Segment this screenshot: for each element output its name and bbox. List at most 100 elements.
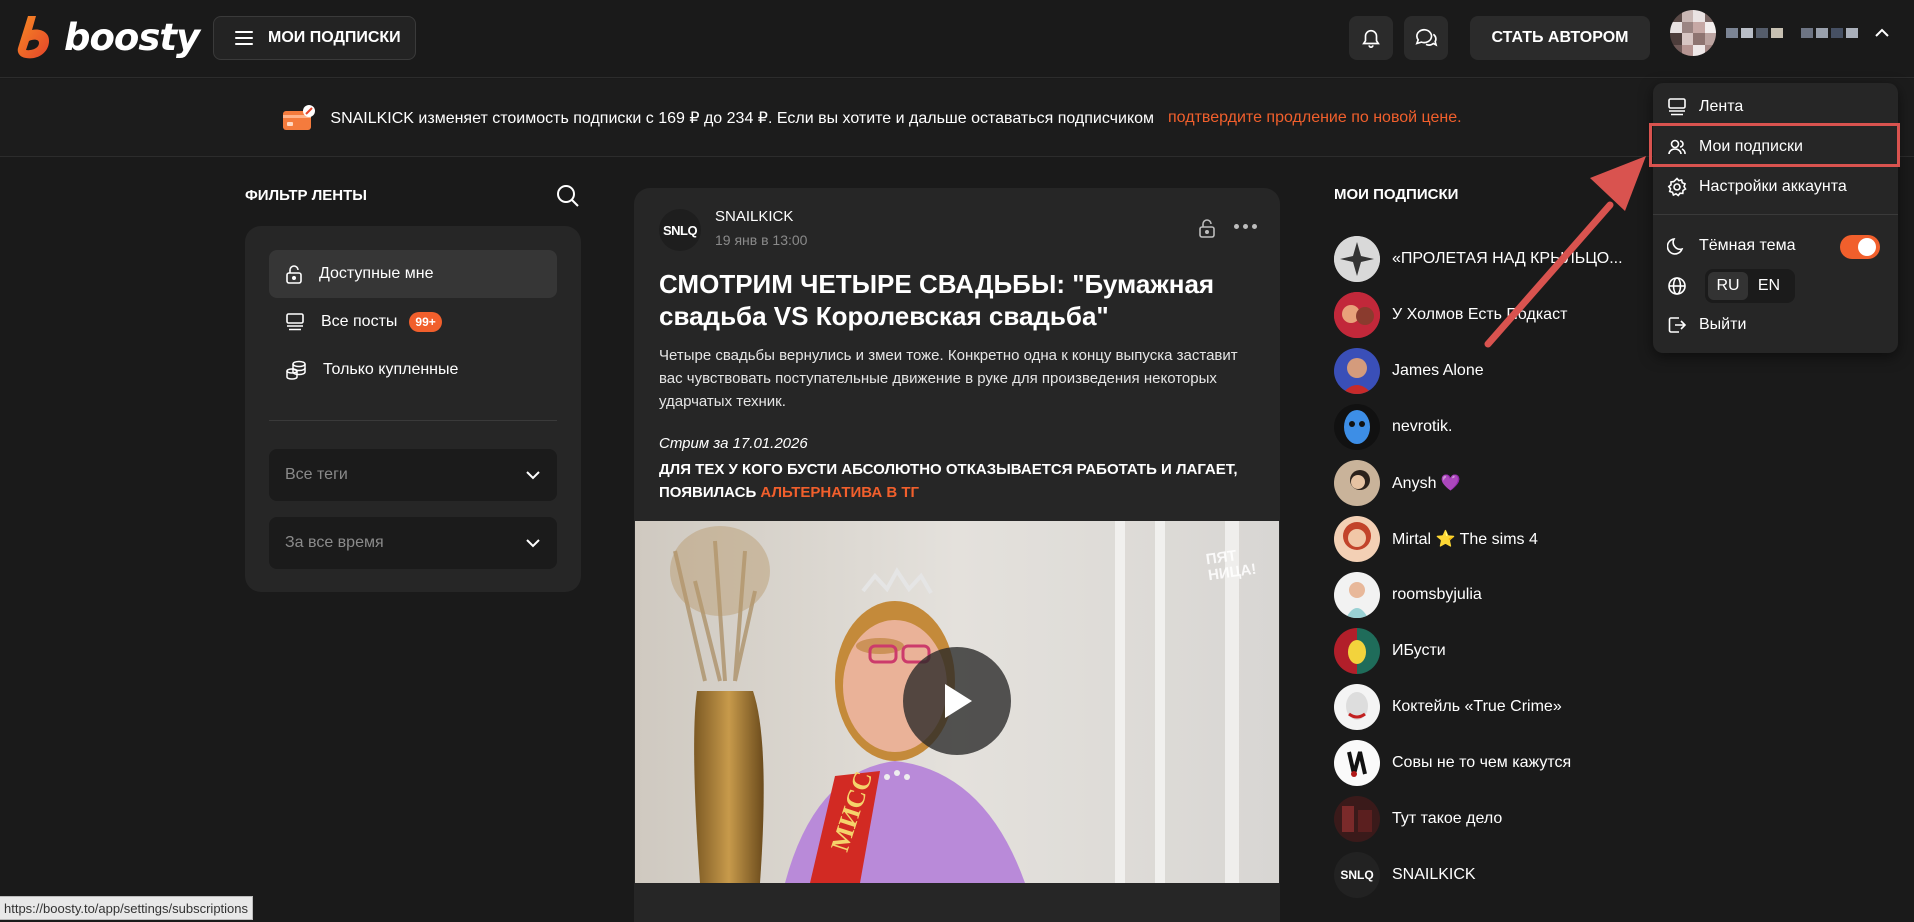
subscription-name: Совы не то чем кажутся xyxy=(1392,754,1572,771)
top-header: boosty МОИ ПОДПИСКИ СТАТЬ АВТОРОМ xyxy=(0,0,1914,78)
lang-ru-button[interactable]: RU xyxy=(1708,272,1748,300)
subscription-avatar xyxy=(1334,572,1380,618)
lang-en-button[interactable]: EN xyxy=(1748,272,1790,300)
period-select[interactable]: За все время xyxy=(269,517,557,569)
subscription-item[interactable]: Mirtal ⭐ The sims 4 xyxy=(1334,516,1538,562)
filter-item-label: Все посты xyxy=(321,313,398,330)
notifications-button[interactable] xyxy=(1349,16,1393,60)
subscription-item[interactable]: SNLQ SNAILKICK xyxy=(1334,852,1476,898)
subscription-name: Коктейль «True Crime» xyxy=(1392,698,1562,715)
menu-item-label: Лента xyxy=(1699,98,1744,115)
subscription-avatar xyxy=(1334,628,1380,674)
logo-text: boosty xyxy=(64,15,200,59)
menu-item-dark-theme[interactable]: Тёмная тема xyxy=(1667,236,1795,256)
posts-icon xyxy=(286,313,304,331)
menu-item-logout[interactable]: Выйти xyxy=(1667,315,1746,335)
menu-item-account-settings[interactable]: Настройки аккаунта xyxy=(1667,177,1847,197)
boosty-logo[interactable]: boosty xyxy=(16,14,200,60)
language-row xyxy=(1667,276,1687,296)
post-author-avatar[interactable]: SNLQ xyxy=(659,209,701,251)
chevron-down-icon xyxy=(526,471,540,480)
subscription-item[interactable]: Совы не то чем кажутся xyxy=(1334,740,1571,786)
gear-icon xyxy=(1667,177,1687,197)
filter-divider xyxy=(269,420,557,421)
moon-icon xyxy=(1667,238,1684,255)
become-author-button[interactable]: СТАТЬ АВТОРОМ xyxy=(1470,16,1650,60)
subscription-avatar xyxy=(1334,796,1380,842)
user-avatar xyxy=(1670,10,1716,56)
subscription-item[interactable]: Anysh 💜 xyxy=(1334,460,1461,506)
subscription-item[interactable]: nevrotik. xyxy=(1334,404,1452,450)
dark-theme-toggle[interactable] xyxy=(1840,235,1880,259)
language-switcher: RU EN xyxy=(1705,269,1795,303)
globe-icon xyxy=(1668,277,1686,295)
card-warning-icon xyxy=(283,104,316,130)
subscription-item[interactable]: James Alone xyxy=(1334,348,1484,394)
chat-icon xyxy=(1415,28,1438,47)
posts-count-badge: 99+ xyxy=(409,312,442,332)
subscription-avatar xyxy=(1334,684,1380,730)
menu-item-label: Настройки аккаунта xyxy=(1699,178,1847,195)
more-options-icon[interactable] xyxy=(1234,224,1257,229)
subscription-item[interactable]: У Холмов Есть Подкаст xyxy=(1334,292,1567,338)
price-change-banner: SNAILKICK изменяет стоимость подписки с … xyxy=(0,79,1914,157)
messages-button[interactable] xyxy=(1404,16,1448,60)
filter-item-all-posts[interactable]: Все посты 99+ xyxy=(269,298,557,346)
subscription-avatar: SNLQ xyxy=(1334,852,1380,898)
post-bold-text-main: ДЛЯ ТЕХ У КОГО БУСТИ АБСОЛЮТНО ОТКАЗЫВАЕ… xyxy=(659,461,1238,501)
subscription-item[interactable]: Тут такое дело xyxy=(1334,796,1502,842)
my-subscriptions-title: МОИ ПОДПИСКИ xyxy=(1334,186,1459,203)
subscription-item[interactable]: «ПРОЛЕТАЯ НАД КРЫЛЬЦО... xyxy=(1334,236,1623,282)
coins-icon xyxy=(286,360,306,380)
lock-open-icon xyxy=(286,265,302,284)
boosty-logo-icon xyxy=(17,16,50,59)
filter-item-purchased[interactable]: Только купленные xyxy=(269,346,557,394)
my-subscriptions-label: МОИ ПОДПИСКИ xyxy=(268,29,401,46)
subscription-name: ИБусти xyxy=(1392,642,1446,659)
chevron-up-icon xyxy=(1875,28,1889,37)
subscription-item[interactable]: ИБусти xyxy=(1334,628,1446,674)
feed-icon xyxy=(1668,98,1686,116)
subscription-avatar xyxy=(1334,236,1380,282)
logout-label: Выйти xyxy=(1699,316,1747,333)
subscription-name: «ПРОЛЕТАЯ НАД КРЫЛЬЦО... xyxy=(1392,250,1623,267)
subscription-name: Anysh 💜 xyxy=(1392,475,1461,492)
subscription-name: Тут такое дело xyxy=(1392,810,1503,827)
banner-confirm-link[interactable]: подтвердите продление по новой цене. xyxy=(1168,109,1462,127)
telegram-alternative-link[interactable]: АЛЬТЕРНАТИВА В ТГ xyxy=(760,484,919,501)
subscription-name: У Холмов Есть Подкаст xyxy=(1392,306,1568,323)
post-stream-date: Стрим за 17.01.2026 xyxy=(659,435,808,452)
post-title[interactable]: СМОТРИМ ЧЕТЫРЕ СВАДЬБЫ: "Бумажная свадьб… xyxy=(659,268,1259,332)
menu-divider xyxy=(1653,214,1898,215)
subscription-avatar xyxy=(1334,404,1380,450)
post-bold-text: ДЛЯ ТЕХ У КОГО БУСТИ АБСОЛЮТНО ОТКАЗЫВАЕ… xyxy=(659,458,1249,504)
post-date: 19 янв в 13:00 xyxy=(715,232,808,248)
tags-select[interactable]: Все теги xyxy=(269,449,557,501)
annotation-highlight-box xyxy=(1649,123,1900,167)
menu-item-feed[interactable]: Лента xyxy=(1667,97,1743,117)
post-author-name[interactable]: SNAILKICK xyxy=(715,208,793,225)
chevron-down-icon xyxy=(526,539,540,548)
post-video-preview[interactable]: МИСС ПЯТ НИЦА! xyxy=(635,521,1279,883)
period-select-value: За все время xyxy=(285,534,384,551)
subscription-name: James Alone xyxy=(1392,362,1484,379)
subscription-item[interactable]: roomsbyjulia xyxy=(1334,572,1482,618)
subscription-item[interactable]: Коктейль «True Crime» xyxy=(1334,684,1562,730)
subscription-name: Mirtal ⭐ The sims 4 xyxy=(1392,531,1538,548)
user-menu-toggle[interactable] xyxy=(1670,10,1890,56)
search-icon[interactable] xyxy=(555,183,581,209)
subscription-name: roomsbyjulia xyxy=(1392,586,1482,603)
my-subscriptions-button[interactable]: МОИ ПОДПИСКИ xyxy=(213,16,416,60)
lock-open-icon[interactable] xyxy=(1198,218,1216,238)
filter-item-available[interactable]: Доступные мне xyxy=(269,250,557,298)
status-bar-url: https://boosty.to/app/settings/subscript… xyxy=(0,896,254,920)
subscription-avatar xyxy=(1334,460,1380,506)
play-button[interactable] xyxy=(903,647,1011,755)
watermark-text: ПЯТ НИЦА! xyxy=(1205,546,1258,584)
user-handle-pixelated xyxy=(1801,28,1858,38)
user-name-pixelated xyxy=(1726,28,1783,38)
subscription-avatar xyxy=(1334,516,1380,562)
subscription-name: SNAILKICK xyxy=(1392,866,1476,883)
banner-text: SNAILKICK изменяет стоимость подписки с … xyxy=(330,109,1155,127)
post-text: Четыре свадьбы вернулись и змеи тоже. Ко… xyxy=(659,347,1238,410)
